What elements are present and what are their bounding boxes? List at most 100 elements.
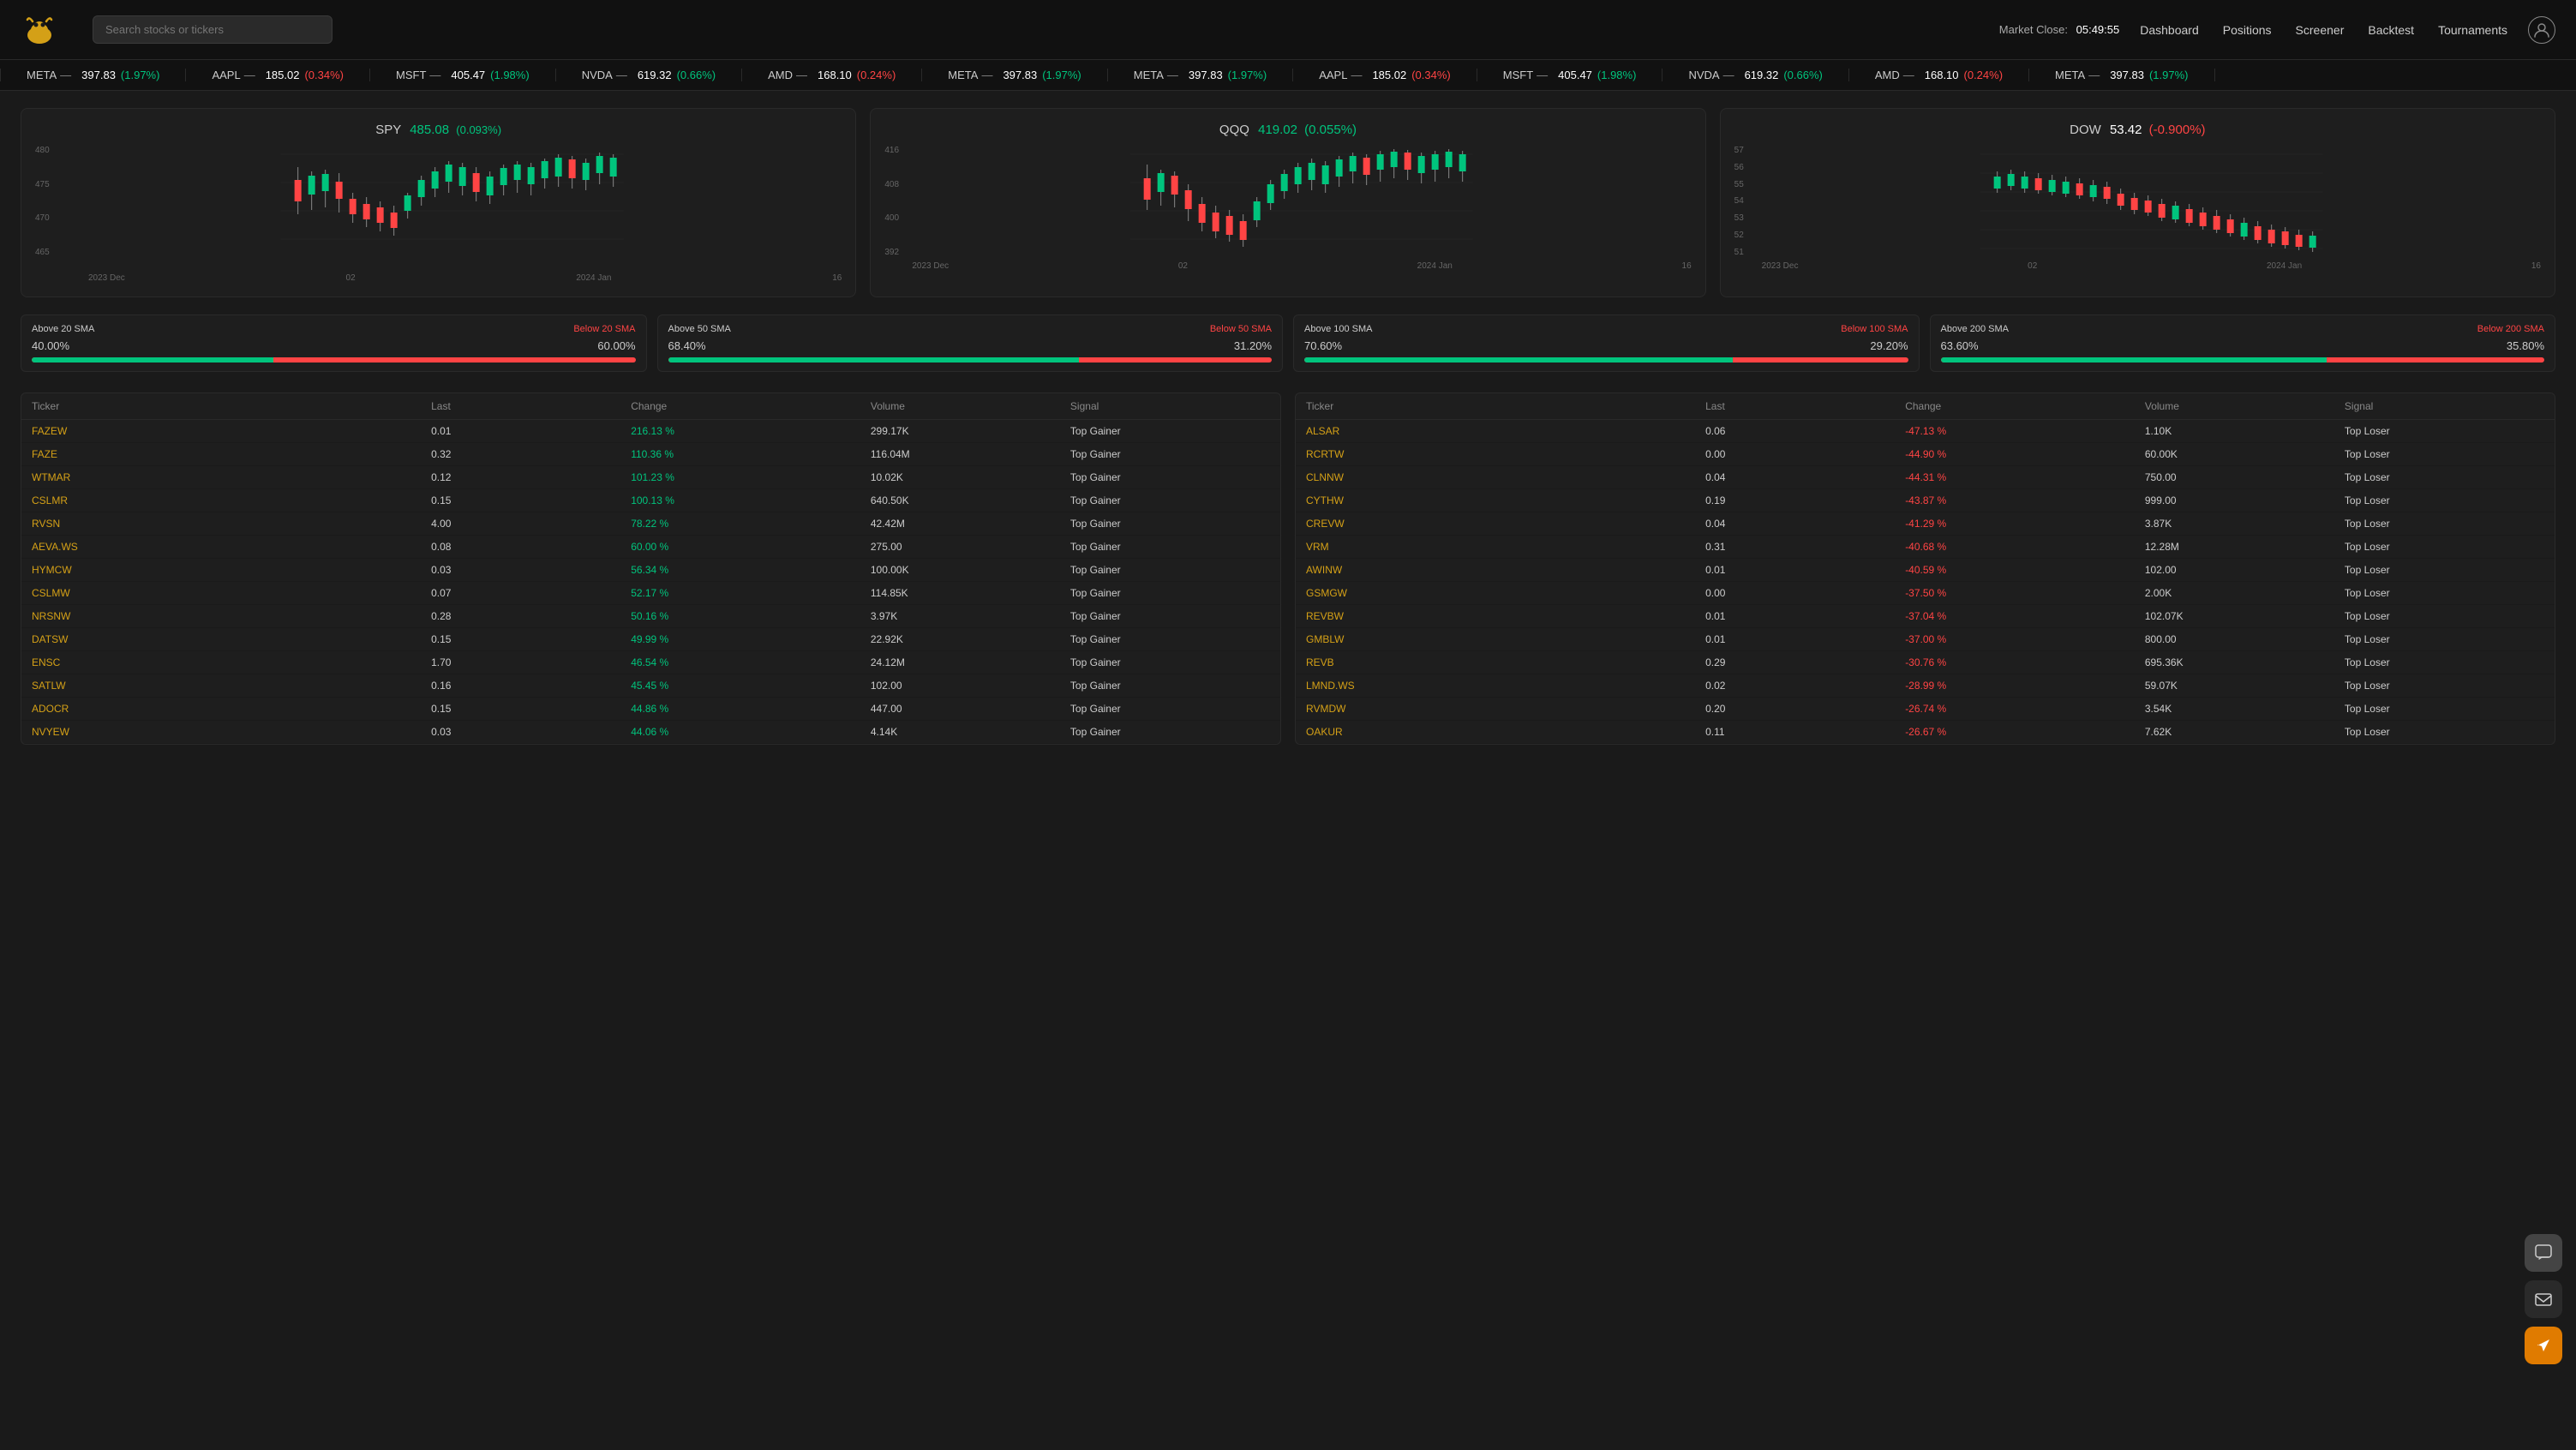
ticker-cell[interactable]: CSLMW [32, 587, 431, 599]
ticker-symbol: NVDA [582, 69, 613, 81]
ticker-cell[interactable]: LMND.WS [1306, 680, 1705, 692]
losers-table-body: ALSAR 0.06 -47.13 % 1.10K Top Loser RCRT… [1296, 420, 2555, 744]
chart-spy-x-labels: 2023 Dec022024 Jan16 [88, 273, 842, 283]
sma-values: 68.40% 31.20% [668, 339, 1273, 352]
ticker-cell[interactable]: AEVA.WS [32, 541, 431, 553]
ticker-cell[interactable]: AWINW [1306, 564, 1705, 576]
losers-table: Ticker Last Change Volume Signal ALSAR 0… [1295, 392, 2555, 745]
ticker-cell[interactable]: ADOCR [32, 703, 431, 715]
chart-spy: SPY 485.08 (0.093%) 480475470465 [21, 108, 856, 297]
table-row: ALSAR 0.06 -47.13 % 1.10K Top Loser [1296, 420, 2555, 443]
nav-positions[interactable]: Positions [2223, 23, 2272, 37]
table-row: SATLW 0.16 45.45 % 102.00 Top Gainer [21, 674, 1280, 698]
volume-cell: 10.02K [871, 471, 1070, 483]
ticker-cell[interactable]: DATSW [32, 633, 431, 645]
ticker-cell[interactable]: CREVW [1306, 518, 1705, 530]
last-cell: 1.70 [431, 656, 631, 668]
volume-cell: 100.00K [871, 564, 1070, 576]
ticker-cell[interactable]: FAZEW [32, 425, 431, 437]
main-content: SPY 485.08 (0.093%) 480475470465 [0, 91, 2576, 762]
nav-tournaments[interactable]: Tournaments [2438, 23, 2507, 37]
ticker-price: 405.47 [451, 69, 485, 81]
ticker-change: (1.98%) [1597, 69, 1637, 81]
sma-card-0: Above 20 SMA Below 20 SMA 40.00% 60.00% [21, 315, 647, 372]
ticker-cell[interactable]: WTMAR [32, 471, 431, 483]
user-icon[interactable] [2528, 16, 2555, 44]
sma-label-below: Below 100 SMA [1841, 324, 1908, 334]
ticker-change: (0.34%) [304, 69, 344, 81]
chart-dow-title: DOW 53.42 (-0.900%) [1734, 123, 2541, 137]
sma-label-above: Above 100 SMA [1304, 324, 1373, 334]
volume-cell: 695.36K [2145, 656, 2345, 668]
ticker-cell[interactable]: CYTHW [1306, 494, 1705, 506]
chart-dow-svg [1762, 146, 2541, 257]
chat-button-mail[interactable] [2525, 1280, 2562, 1318]
last-cell: 0.16 [431, 680, 631, 692]
sma-values: 40.00% 60.00% [32, 339, 636, 352]
ticker-item: META—397.83(1.97%) [922, 69, 1107, 81]
chat-button-send[interactable] [2525, 1327, 2562, 1364]
ticker-cell[interactable]: ALSAR [1306, 425, 1705, 437]
sma-label-above: Above 50 SMA [668, 324, 731, 334]
table-row: ENSC 1.70 46.54 % 24.12M Top Gainer [21, 651, 1280, 674]
ticker-cell[interactable]: REVB [1306, 656, 1705, 668]
ticker-cell[interactable]: REVBW [1306, 610, 1705, 622]
ticker-cell[interactable]: ENSC [32, 656, 431, 668]
signal-cell: Top Gainer [1070, 726, 1270, 738]
ticker-cell[interactable]: NVYEW [32, 726, 431, 738]
change-cell: -40.68 % [1905, 541, 2145, 553]
ticker-cell[interactable]: RVMDW [1306, 703, 1705, 715]
ticker-cell[interactable]: RVSN [32, 518, 431, 530]
ticker-symbol: AMD [768, 69, 793, 81]
ticker-item: AAPL—185.02(0.34%) [1293, 69, 1477, 81]
change-cell: -44.90 % [1905, 448, 2145, 460]
last-cell: 0.01 [431, 425, 631, 437]
ticker-cell[interactable]: CSLMR [32, 494, 431, 506]
sma-header: Above 100 SMA Below 100 SMA [1304, 324, 1908, 334]
sma-bars-row: Above 20 SMA Below 20 SMA 40.00% 60.00% … [21, 315, 2555, 372]
market-timer: Market Close: 05:49:55 [1999, 23, 2119, 36]
ticker-cell[interactable]: NRSNW [32, 610, 431, 622]
volume-cell: 447.00 [871, 703, 1070, 715]
change-cell: -40.59 % [1905, 564, 2145, 576]
signal-cell: Top Gainer [1070, 494, 1270, 506]
ticker-cell[interactable]: RCRTW [1306, 448, 1705, 460]
ticker-price: 185.02 [1372, 69, 1406, 81]
signal-cell: Top Gainer [1070, 425, 1270, 437]
ticker-cell[interactable]: GMBLW [1306, 633, 1705, 645]
chat-button-bubble[interactable] [2525, 1234, 2562, 1272]
volume-cell: 24.12M [871, 656, 1070, 668]
ticker-symbol: META [1134, 69, 1164, 81]
ticker-symbol: META [2055, 69, 2085, 81]
ticker-cell[interactable]: VRM [1306, 541, 1705, 553]
ticker-cell[interactable]: GSMGW [1306, 587, 1705, 599]
signal-cell: Top Loser [2345, 703, 2544, 715]
nav-screener[interactable]: Screener [2296, 23, 2345, 37]
ticker-cell[interactable]: OAKUR [1306, 726, 1705, 738]
ticker-cell[interactable]: SATLW [32, 680, 431, 692]
last-cell: 0.15 [431, 703, 631, 715]
ticker-price: 619.32 [1745, 69, 1779, 81]
ticker-symbol: META [948, 69, 978, 81]
search-input[interactable] [93, 15, 332, 44]
nav-dashboard[interactable]: Dashboard [2140, 23, 2199, 37]
table-row: AWINW 0.01 -40.59 % 102.00 Top Loser [1296, 559, 2555, 582]
change-cell: 110.36 % [631, 448, 871, 460]
volume-cell: 640.50K [871, 494, 1070, 506]
ticker-change: (1.97%) [1042, 69, 1081, 81]
table-row: CLNNW 0.04 -44.31 % 750.00 Top Loser [1296, 466, 2555, 489]
ticker-price: 397.83 [2110, 69, 2144, 81]
nav-backtest[interactable]: Backtest [2368, 23, 2414, 37]
ticker-cell[interactable]: FAZE [32, 448, 431, 460]
last-cell: 0.02 [1705, 680, 1905, 692]
sma-label-below: Below 200 SMA [2477, 324, 2544, 334]
ticker-cell[interactable]: HYMCW [32, 564, 431, 576]
ticker-item: AAPL—185.02(0.34%) [186, 69, 370, 81]
signal-cell: Top Gainer [1070, 680, 1270, 692]
volume-cell: 275.00 [871, 541, 1070, 553]
chart-spy-svg [63, 146, 842, 257]
ticker-item: META—397.83(1.97%) [0, 69, 186, 81]
sma-label-above: Above 200 SMA [1941, 324, 2010, 334]
table-row: RVSN 4.00 78.22 % 42.42M Top Gainer [21, 512, 1280, 536]
ticker-cell[interactable]: CLNNW [1306, 471, 1705, 483]
